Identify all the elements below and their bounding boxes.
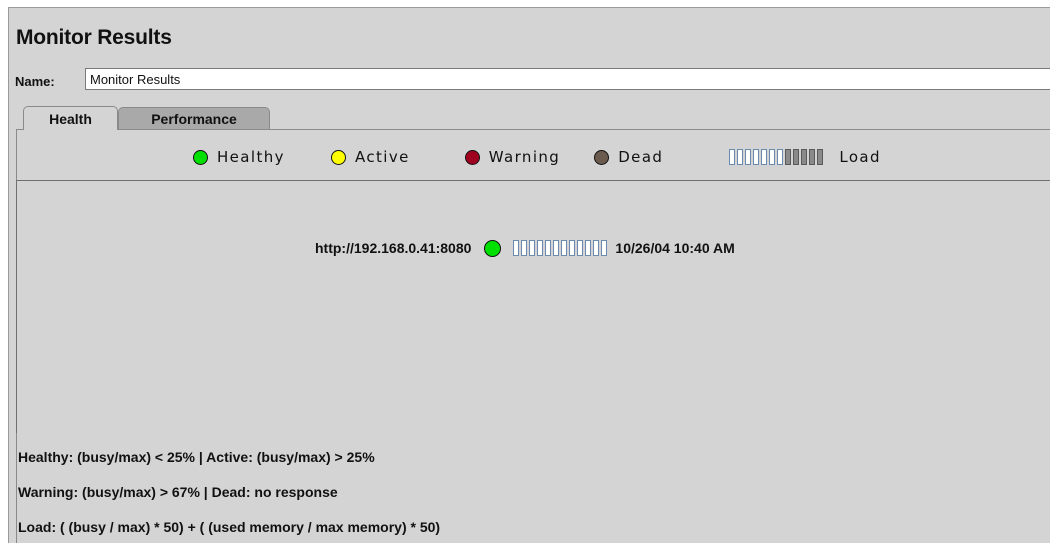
legend-load-bar-segment xyxy=(753,149,760,165)
load-bar-icon xyxy=(729,148,825,166)
legend-load-label: Load xyxy=(839,148,881,166)
server-list-area xyxy=(16,180,1050,433)
status-legend: Healthy Active Warning Dead Load xyxy=(193,146,881,168)
legend-healthy-label: Healthy xyxy=(217,148,285,166)
server-url: http://192.168.0.41:8080 xyxy=(315,240,472,256)
info-line-health-active: Healthy: (busy/max) < 25% | Active: (bus… xyxy=(18,449,375,465)
server-load-bar-segment xyxy=(561,240,568,256)
legend-load-bar-segment xyxy=(817,149,824,165)
red-status-dot-icon xyxy=(464,149,480,165)
server-timestamp: 10/26/04 10:40 AM xyxy=(615,240,735,256)
server-load-bar-segment xyxy=(585,240,592,256)
tab-health[interactable]: Health xyxy=(23,106,118,130)
page-title: Monitor Results xyxy=(16,26,172,49)
legend-load: Load xyxy=(729,148,881,166)
legend-load-bar-segment xyxy=(801,149,808,165)
legend-warning-label: Warning xyxy=(488,148,561,166)
tab-performance[interactable]: Performance xyxy=(118,107,270,129)
info-line-warning-dead: Warning: (busy/max) > 67% | Dead: no res… xyxy=(18,484,338,500)
legend-dead-label: Dead xyxy=(618,148,664,166)
server-load-bar-segment xyxy=(513,240,520,256)
name-input[interactable] xyxy=(85,68,1050,90)
legend-dead: Dead xyxy=(594,148,663,166)
name-label: Name: xyxy=(15,74,55,89)
legend-active-label: Active xyxy=(354,148,410,166)
server-load-bar-segment xyxy=(545,240,552,256)
legend-load-bar-segment xyxy=(769,149,776,165)
server-load-bar-segment xyxy=(593,240,600,256)
server-load-bar-segment xyxy=(553,240,560,256)
server-load-bar-segment xyxy=(537,240,544,256)
server-load-bar-segment xyxy=(529,240,536,256)
server-load-bar-segment xyxy=(521,240,528,256)
legend-active: Active xyxy=(330,148,410,166)
server-load-bar-segment xyxy=(601,240,608,256)
legend-warning: Warning xyxy=(464,148,561,166)
legend-load-bar-segment xyxy=(729,149,736,165)
legend-load-bar-segment xyxy=(737,149,744,165)
legend-load-bar-segment xyxy=(745,149,752,165)
info-line-load-formula: Load: ( (busy / max) * 50) + ( (used mem… xyxy=(18,519,441,535)
server-row[interactable]: http://192.168.0.41:8080 10/26/04 10:40 … xyxy=(315,237,735,259)
server-load-bar-segment xyxy=(577,240,584,256)
legend-load-bar-segment xyxy=(761,149,768,165)
legend-healthy: Healthy xyxy=(193,148,285,166)
brown-status-dot-icon xyxy=(594,149,610,165)
server-load-bar xyxy=(513,239,609,257)
legend-load-bar-segment xyxy=(777,149,784,165)
server-load-bar-segment xyxy=(569,240,576,256)
yellow-status-dot-icon xyxy=(330,149,346,165)
legend-load-bar-segment xyxy=(793,149,800,165)
legend-load-bar-segment xyxy=(785,149,792,165)
green-status-dot-icon xyxy=(193,149,208,165)
healthy-status-dot-icon xyxy=(484,239,502,257)
legend-load-bar-segment xyxy=(809,149,816,165)
